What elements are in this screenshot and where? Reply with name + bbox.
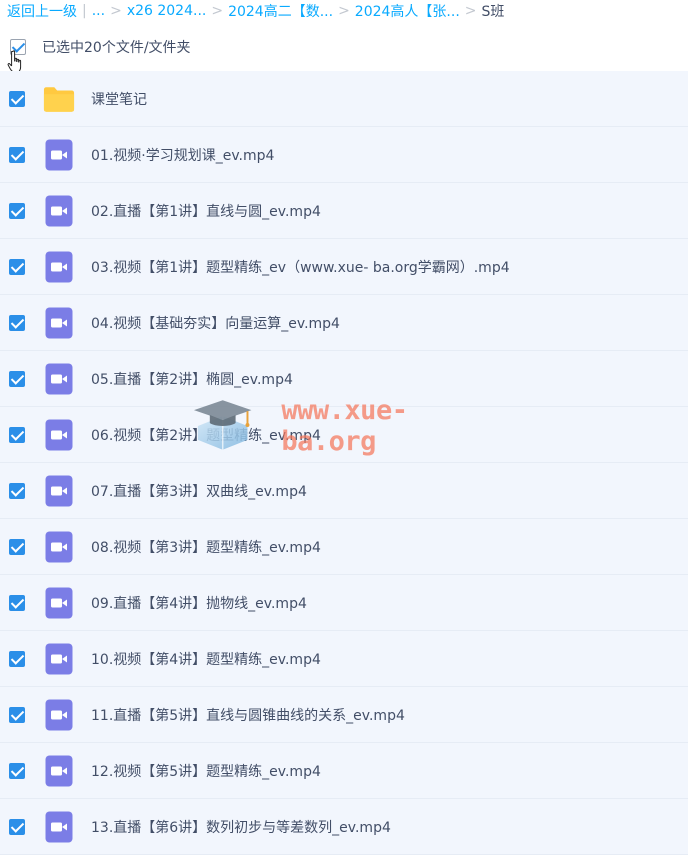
file-name[interactable]: 05.直播【第2讲】椭圆_ev.mp4 bbox=[91, 369, 293, 389]
file-name[interactable]: 课堂笔记 bbox=[91, 89, 147, 109]
row-checkbox[interactable] bbox=[9, 706, 25, 723]
row-checkbox[interactable] bbox=[9, 538, 25, 555]
row-checkbox[interactable] bbox=[9, 482, 25, 499]
file-list: 课堂笔记 01.视频·学习规划课_ev.mp4 02.直播【第1讲】直线与圆_ev.… bbox=[0, 71, 688, 855]
video-file-icon bbox=[43, 307, 75, 339]
breadcrumb-separator: > bbox=[211, 3, 224, 19]
file-name[interactable]: 13.直播【第6讲】数列初步与等差数列_ev.mp4 bbox=[91, 817, 391, 837]
row-checkbox[interactable] bbox=[9, 146, 25, 163]
video-file-icon bbox=[43, 811, 75, 843]
file-name[interactable]: 10.视频【第4讲】题型精练_ev.mp4 bbox=[91, 649, 321, 669]
file-name[interactable]: 04.视频【基础夯实】向量运算_ev.mp4 bbox=[91, 313, 340, 333]
row-checkbox[interactable] bbox=[9, 258, 25, 275]
file-name[interactable]: 12.视频【第5讲】题型精练_ev.mp4 bbox=[91, 761, 321, 781]
breadcrumb-item-grade2-math[interactable]: 2024高二【数... bbox=[228, 1, 333, 21]
row-checkbox[interactable] bbox=[9, 650, 25, 667]
row-checkbox[interactable] bbox=[9, 594, 25, 611]
breadcrumb-current: S班 bbox=[481, 4, 505, 20]
file-row[interactable]: 06.视频【第2讲】题型精练_ev.mp4 bbox=[0, 407, 688, 463]
video-file-icon bbox=[43, 475, 75, 507]
breadcrumb-separator: > bbox=[338, 3, 350, 19]
folder-row[interactable]: 课堂笔记 bbox=[0, 71, 688, 127]
file-name[interactable]: 11.直播【第5讲】直线与圆锥曲线的关系_ev.mp4 bbox=[91, 705, 405, 725]
row-checkbox[interactable] bbox=[9, 90, 25, 107]
breadcrumb-separator: > bbox=[464, 3, 477, 19]
file-name[interactable]: 01.视频·学习规划课_ev.mp4 bbox=[91, 145, 274, 165]
file-row[interactable]: 05.直播【第2讲】椭圆_ev.mp4 bbox=[0, 351, 688, 407]
video-file-icon bbox=[43, 643, 75, 675]
breadcrumb: 返回上一级 | ... > x26 2024... > 2024高二【数... … bbox=[0, 0, 688, 22]
selection-count: 已选中20个文件/文件夹 bbox=[42, 40, 191, 56]
back-link[interactable]: 返回上一级 bbox=[7, 1, 77, 21]
file-row[interactable]: 12.视频【第5讲】题型精练_ev.mp4 bbox=[0, 743, 688, 799]
file-name[interactable]: 02.直播【第1讲】直线与圆_ev.mp4 bbox=[91, 201, 321, 221]
file-row[interactable]: 09.直播【第4讲】抛物线_ev.mp4 bbox=[0, 575, 688, 631]
breadcrumb-separator: | bbox=[82, 3, 87, 19]
selection-bar: 已选中20个文件/文件夹 bbox=[0, 22, 688, 72]
video-file-icon bbox=[43, 755, 75, 787]
row-checkbox[interactable] bbox=[9, 202, 25, 219]
video-file-icon bbox=[43, 699, 75, 731]
row-checkbox[interactable] bbox=[9, 762, 25, 779]
file-name[interactable]: 03.视频【第1讲】题型精练_ev（www.xue- ba.org学霸网）.mp… bbox=[91, 257, 510, 277]
row-checkbox[interactable] bbox=[9, 314, 25, 331]
breadcrumb-item-ellipsis[interactable]: ... bbox=[92, 3, 105, 19]
breadcrumb-item-teacher[interactable]: 2024高人【张... bbox=[355, 1, 460, 21]
row-checkbox[interactable] bbox=[9, 426, 25, 443]
video-file-icon bbox=[43, 251, 75, 283]
row-checkbox[interactable] bbox=[9, 818, 25, 835]
file-row[interactable]: 13.直播【第6讲】数列初步与等差数列_ev.mp4 bbox=[0, 799, 688, 855]
video-file-icon bbox=[43, 587, 75, 619]
file-row[interactable]: 10.视频【第4讲】题型精练_ev.mp4 bbox=[0, 631, 688, 687]
file-row[interactable]: 03.视频【第1讲】题型精练_ev（www.xue- ba.org学霸网）.mp… bbox=[0, 239, 688, 295]
file-row[interactable]: 01.视频·学习规划课_ev.mp4 bbox=[0, 127, 688, 183]
video-file-icon bbox=[43, 419, 75, 451]
video-file-icon bbox=[43, 531, 75, 563]
file-row[interactable]: 02.直播【第1讲】直线与圆_ev.mp4 bbox=[0, 183, 688, 239]
file-name[interactable]: 08.视频【第3讲】题型精练_ev.mp4 bbox=[91, 537, 321, 557]
file-row[interactable]: 07.直播【第3讲】双曲线_ev.mp4 bbox=[0, 463, 688, 519]
file-name[interactable]: 06.视频【第2讲】题型精练_ev.mp4 bbox=[91, 425, 321, 445]
folder-icon bbox=[43, 83, 75, 115]
row-checkbox[interactable] bbox=[9, 370, 25, 387]
file-name[interactable]: 07.直播【第3讲】双曲线_ev.mp4 bbox=[91, 481, 307, 501]
breadcrumb-separator: > bbox=[110, 3, 122, 19]
file-row[interactable]: 08.视频【第3讲】题型精练_ev.mp4 bbox=[0, 519, 688, 575]
file-row[interactable]: 11.直播【第5讲】直线与圆锥曲线的关系_ev.mp4 bbox=[0, 687, 688, 743]
video-file-icon bbox=[43, 195, 75, 227]
breadcrumb-item-x26[interactable]: x26 2024... bbox=[127, 3, 207, 19]
file-row[interactable]: 04.视频【基础夯实】向量运算_ev.mp4 bbox=[0, 295, 688, 351]
video-file-icon bbox=[43, 139, 75, 171]
file-name[interactable]: 09.直播【第4讲】抛物线_ev.mp4 bbox=[91, 593, 307, 613]
video-file-icon bbox=[43, 363, 75, 395]
